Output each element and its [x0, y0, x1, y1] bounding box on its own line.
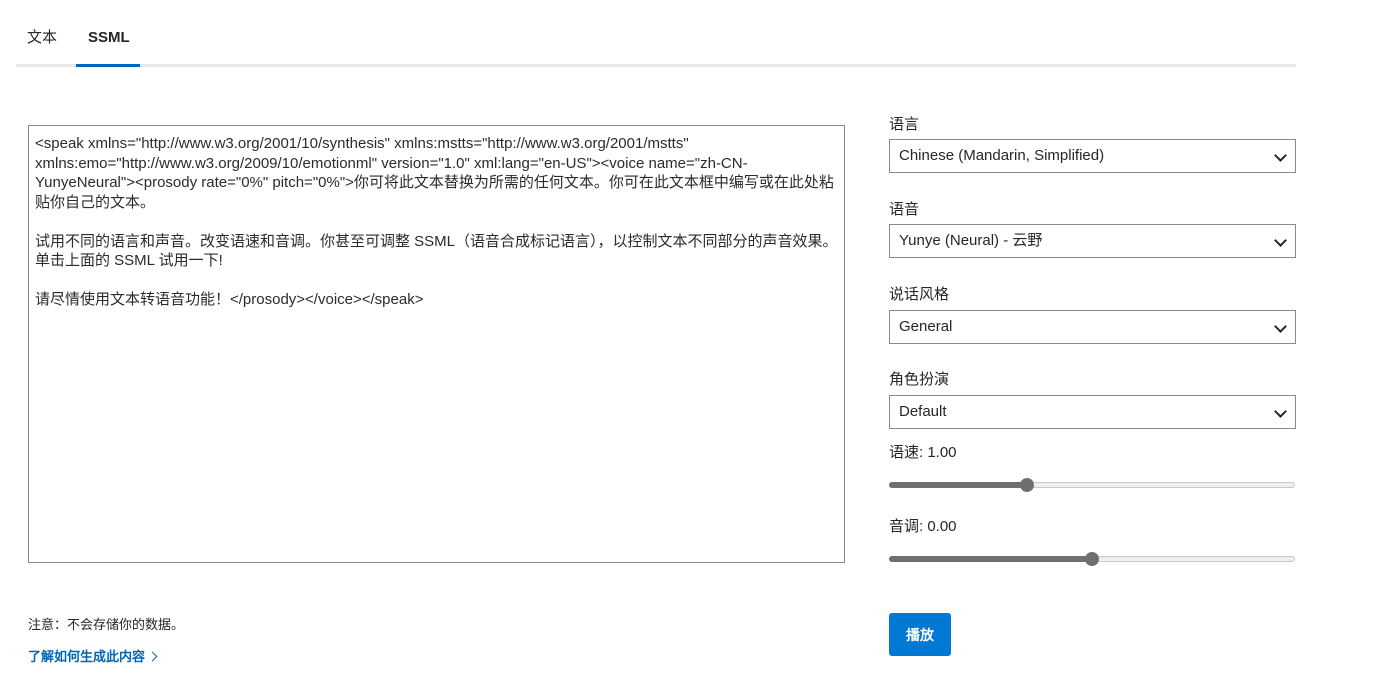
role-select[interactable]: Default — [889, 395, 1296, 429]
language-select[interactable]: Chinese (Mandarin, Simplified) — [889, 139, 1296, 173]
voice-label: 语音 — [889, 201, 920, 218]
voice-select[interactable]: Yunye (Neural) - 云野 — [889, 224, 1296, 258]
active-tab-indicator — [76, 64, 140, 67]
tab-ssml[interactable]: SSML — [88, 28, 130, 48]
learn-more-link-label: 了解如何生成此内容 — [28, 649, 146, 664]
ssml-textarea[interactable]: <speak xmlns="http://www.w3.org/2001/10/… — [28, 125, 845, 563]
rate-label: 语速: 1.00 — [889, 444, 957, 461]
style-select[interactable]: General — [889, 310, 1296, 344]
language-label: 语言 — [889, 116, 920, 133]
chevron-right-icon — [147, 651, 158, 662]
role-select-value: Default — [899, 403, 947, 420]
pitch-slider[interactable] — [889, 551, 1295, 567]
role-label: 角色扮演 — [889, 371, 950, 388]
pitch-slider-fill — [889, 556, 1092, 562]
privacy-notice: 注意：不会存储你的数据。 — [28, 617, 185, 632]
chevron-down-icon — [1274, 320, 1287, 333]
chevron-down-icon — [1274, 405, 1287, 418]
chevron-down-icon — [1274, 234, 1287, 247]
learn-more-link[interactable]: 了解如何生成此内容 — [28, 646, 158, 665]
voice-select-value: Yunye (Neural) - 云野 — [899, 232, 1043, 249]
play-button[interactable]: 播放 — [889, 613, 951, 656]
pitch-slider-thumb[interactable] — [1085, 552, 1099, 566]
rate-slider-thumb[interactable] — [1020, 478, 1035, 492]
language-select-value: Chinese (Mandarin, Simplified) — [899, 147, 1105, 164]
rate-slider-fill — [889, 482, 1028, 488]
tab-text[interactable]: 文本 — [27, 28, 57, 48]
style-label: 说话风格 — [889, 286, 950, 303]
rate-slider[interactable] — [889, 477, 1295, 493]
chevron-down-icon — [1274, 149, 1287, 162]
pitch-label: 音调: 0.00 — [889, 518, 957, 535]
style-select-value: General — [899, 318, 953, 335]
tts-demo-page: 文本 SSML <speak xmlns="http://www.w3.org/… — [0, 0, 1378, 683]
tab-bar: 文本 SSML — [16, 0, 1296, 67]
